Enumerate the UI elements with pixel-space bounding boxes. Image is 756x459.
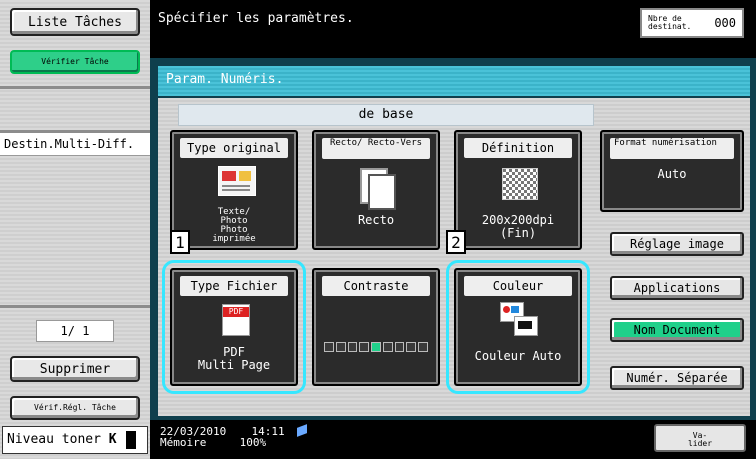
contraste-title: Contraste <box>322 276 430 296</box>
format-numerisation-button[interactable]: Format numérisation Auto <box>600 130 744 212</box>
contrast-segment <box>418 342 429 352</box>
check-job-button[interactable]: Vérifier Tâche <box>10 50 140 74</box>
scan-settings-panel: Param. Numéris. de base Type original Te… <box>150 58 756 420</box>
status-info: 22/03/2010 14:11 Mémoire 100% <box>160 424 308 449</box>
page-shadow <box>368 174 396 210</box>
multi-broadcast-label: Destin.Multi-Diff. <box>4 137 135 151</box>
highlight-type-fichier <box>162 260 306 394</box>
contrast-segment <box>324 342 334 352</box>
memory-label: Mémoire <box>160 436 207 449</box>
destination-count-label: Nbre de destinat. <box>648 14 692 31</box>
sidebar-divider <box>0 305 150 308</box>
contraste-button[interactable]: Contraste <box>312 268 440 386</box>
instruction-message: Spécifier les paramètres. <box>158 11 354 26</box>
job-list-label: Liste Tâches <box>28 14 122 30</box>
reglage-image-button[interactable]: Réglage image <box>610 232 744 256</box>
definition-title: Définition <box>464 138 572 158</box>
destination-count-value: 000 <box>714 16 736 30</box>
contrast-segment <box>394 342 405 352</box>
contrast-segment <box>406 342 417 352</box>
tab-basic[interactable]: de base <box>178 104 594 126</box>
sidebar-divider <box>0 130 150 133</box>
left-sidebar: Liste Tâches Vérifier Tâche Destin.Multi… <box>0 0 150 459</box>
definition-button[interactable]: Définition 200x200dpi (Fin) <box>454 130 582 250</box>
resolution-grid-icon <box>502 168 538 200</box>
contrast-segment <box>335 342 346 352</box>
memory-value: 100% <box>239 436 267 449</box>
contrast-scale <box>324 342 429 352</box>
recto-verso-button[interactable]: Recto/ Recto-Vers Recto <box>312 130 440 250</box>
contrast-segment <box>382 342 393 352</box>
check-job-label: Vérifier Tâche <box>41 57 109 66</box>
panel-title: Param. Numéris. <box>158 66 750 96</box>
highlight-couleur <box>446 260 590 394</box>
multi-broadcast-item[interactable]: Destin.Multi-Diff. <box>0 132 150 156</box>
recto-verso-title: Recto/ Recto-Vers <box>322 138 430 159</box>
footer-bar: 22/03/2010 14:11 Mémoire 100% Va- lider <box>150 420 756 459</box>
applications-button[interactable]: Applications <box>610 276 744 300</box>
validate-button[interactable]: Va- lider <box>654 424 746 452</box>
format-numerisation-title: Format numérisation <box>610 138 734 159</box>
destination-count-box: Nbre de destinat. 000 <box>640 8 744 38</box>
contrast-segment <box>371 342 381 352</box>
toner-level: Niveau toner K <box>2 426 148 454</box>
check-settings-label: Vérif.Régl. Tâche <box>34 403 116 412</box>
recto-verso-value: Recto <box>357 213 395 227</box>
settings-area: de base Type original Texte/ Photo Photo… <box>158 98 750 416</box>
toner-bar <box>126 430 137 449</box>
nom-document-button[interactable]: Nom Document <box>610 318 744 342</box>
callout-1: 1 <box>170 230 190 254</box>
contrast-segment <box>347 342 358 352</box>
callout-2: 2 <box>446 230 466 254</box>
contrast-segment <box>359 342 370 352</box>
document-icon <box>218 166 256 196</box>
page-counter: 1/ 1 <box>36 320 114 342</box>
type-original-title: Type original <box>180 138 288 158</box>
network-icon <box>297 424 308 437</box>
check-settings-button[interactable]: Vérif.Régl. Tâche <box>10 396 140 420</box>
job-list-button[interactable]: Liste Tâches <box>10 8 140 36</box>
type-original-value: Texte/ Photo Photo imprimée <box>212 207 256 244</box>
definition-value: 200x200dpi (Fin) <box>481 213 555 240</box>
toner-label: Niveau toner <box>7 432 101 447</box>
numer-separee-button[interactable]: Numér. Séparée <box>610 366 744 390</box>
delete-button[interactable]: Supprimer <box>10 356 140 382</box>
format-numerisation-value: Auto <box>657 167 687 181</box>
validate-label: Va- lider <box>687 431 713 448</box>
sidebar-divider <box>0 86 150 89</box>
header-bar: Spécifier les paramètres. Nbre de destin… <box>150 0 756 58</box>
toner-color-label: K <box>108 432 117 447</box>
delete-label: Supprimer <box>39 361 111 377</box>
